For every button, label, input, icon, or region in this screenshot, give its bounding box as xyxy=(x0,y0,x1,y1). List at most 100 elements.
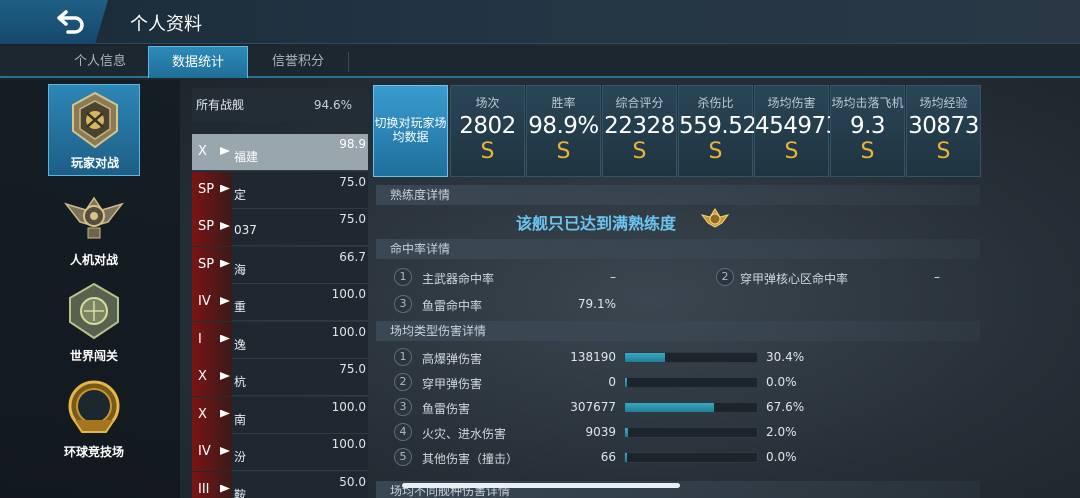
stat-label: 场次 xyxy=(475,96,500,110)
ship-name: 鞍 xyxy=(234,487,247,498)
ship-name: 定 xyxy=(234,187,247,202)
damage-bar xyxy=(624,402,758,413)
ship-row[interactable]: IV 重 100.0 xyxy=(192,284,368,321)
ship-list[interactable]: 所有战舰 94.6% X 福建 98.9 SP 定 75.0 SP 037 75.0 SP 海 66.… xyxy=(192,88,368,498)
ship-name: 逸 xyxy=(234,337,247,352)
damage-label: 高爆弹伤害 xyxy=(422,352,483,366)
world-emblem-icon xyxy=(69,282,119,340)
ship-row[interactable]: X 南 100.0 xyxy=(192,396,368,434)
nav-arena[interactable]: 环球竞技场 xyxy=(48,372,140,464)
damage-label: 鱼雷伤害 xyxy=(422,402,471,416)
damage-index: 1 xyxy=(394,348,412,366)
stat-cell: 场次 2802 S xyxy=(450,85,525,177)
arena-emblem-icon xyxy=(68,380,120,433)
damage-pct: 67.6% xyxy=(766,400,805,414)
stat-grade: S xyxy=(860,139,875,164)
damage-bar-fill xyxy=(625,353,665,362)
damage-bar xyxy=(624,377,758,388)
damage-pct: 30.4% xyxy=(766,350,805,364)
damage-section-title: 场均类型伤害详情 xyxy=(376,321,980,341)
accuracy-label: 穿甲弹核心区命中率 xyxy=(740,272,849,286)
ship-row[interactable]: SP 海 66.7 xyxy=(192,246,368,284)
ship-row[interactable]: X 福建 98.9 xyxy=(192,134,368,171)
stat-value: 559.52 xyxy=(679,113,757,139)
accuracy-value: 79.1% xyxy=(577,297,616,311)
ship-tier: X xyxy=(198,369,207,384)
home-indicator xyxy=(402,483,680,488)
tab-personal-info[interactable]: 个人信息 xyxy=(50,46,150,78)
accuracy-value: – xyxy=(934,270,940,284)
ship-score: 75.0 xyxy=(339,174,366,189)
ship-row[interactable]: I 逸 100.0 xyxy=(192,321,368,359)
ship-tier: IV xyxy=(198,294,211,309)
ship-row[interactable]: X 杭 75.0 xyxy=(192,359,368,396)
damage-value: 66 xyxy=(600,450,616,464)
damage-bar-fill xyxy=(625,378,627,387)
stat-value: 9.3 xyxy=(849,113,886,139)
ship-row[interactable]: SP 定 75.0 xyxy=(192,171,368,209)
ship-score: 75.0 xyxy=(339,362,366,376)
stat-grade: S xyxy=(480,139,495,164)
top-bar: 个人资料 xyxy=(0,0,1080,44)
stat-grade: S xyxy=(632,139,647,164)
ship-score: 100.0 xyxy=(331,437,366,451)
accuracy-index: 3 xyxy=(394,295,412,313)
ship-row[interactable]: IV 汾 100.0 xyxy=(192,434,368,471)
all-ships-row[interactable]: 所有战舰 94.6% xyxy=(192,88,368,122)
stat-cell: 杀伤比 559.52 S xyxy=(678,85,757,177)
ship-score: 100.0 xyxy=(331,324,366,339)
damage-label: 火灾、进水伤害 xyxy=(422,427,507,441)
ship-tier: I xyxy=(198,331,202,347)
stat-cell: 场均击落飞机 9.3 S xyxy=(830,85,905,177)
damage-bar-fill xyxy=(625,428,628,437)
nav-pvp[interactable]: 玩家对战 xyxy=(48,84,140,176)
ship-tier: SP xyxy=(198,181,215,197)
ship-name: 福建 xyxy=(234,150,259,164)
ship-name: 汾 xyxy=(234,450,247,464)
damage-pct: 2.0% xyxy=(766,425,797,439)
damage-index: 2 xyxy=(394,373,412,391)
damage-value: 138190 xyxy=(570,350,616,364)
tab-data-stats[interactable]: 数据统计 xyxy=(148,46,248,78)
back-button[interactable] xyxy=(0,0,108,44)
ship-row[interactable]: III 鞍 50.0 xyxy=(192,471,368,498)
ship-tier: X xyxy=(198,406,207,422)
stat-grade: S xyxy=(784,139,799,164)
damage-pct: 0.0% xyxy=(766,450,797,464)
accuracy-value: – xyxy=(610,270,616,284)
accuracy-label: 鱼雷命中率 xyxy=(422,299,483,313)
tab-bar: 个人信息 数据统计 信誉积分 xyxy=(0,46,1080,78)
pve-emblem-icon xyxy=(64,196,124,239)
ship-score: 75.0 xyxy=(339,212,366,226)
stat-cell: 场均经验 30873 S xyxy=(906,85,981,177)
stat-label: 场均伤害 xyxy=(767,96,816,110)
stat-value: 2802 xyxy=(459,113,516,139)
nav-label: 玩家对战 xyxy=(70,156,119,170)
stat-label: 综合评分 xyxy=(615,96,664,110)
stat-cell: 综合评分 22328 S xyxy=(602,85,677,177)
ship-tier: IV xyxy=(198,444,211,459)
mastery-message: 该舰只已达到满熟练度 xyxy=(516,214,677,233)
stat-grade: S xyxy=(708,139,723,164)
damage-index: 3 xyxy=(394,398,412,416)
switch-data-button[interactable]: 切换对玩家场均数据 xyxy=(373,85,448,177)
nav-pve[interactable]: 人机对战 xyxy=(48,180,140,272)
damage-index: 5 xyxy=(394,448,412,466)
stat-cell: 胜率 98.9% S xyxy=(526,85,601,177)
nav-world[interactable]: 世界闯关 xyxy=(48,276,140,368)
ship-score: 50.0 xyxy=(339,474,366,489)
stat-value: 98.9% xyxy=(528,113,599,139)
ship-tier: III xyxy=(198,481,210,497)
pvp-emblem-icon xyxy=(72,91,118,149)
damage-pct: 0.0% xyxy=(766,375,797,389)
stat-grade: S xyxy=(936,139,951,164)
ship-score: 98.9 xyxy=(339,137,366,151)
stat-grade: S xyxy=(556,139,571,164)
tab-credit-score[interactable]: 信誉积分 xyxy=(248,46,348,78)
damage-label: 其他伤害（撞击） xyxy=(422,452,519,466)
ship-name: 海 xyxy=(234,262,247,277)
damage-index: 4 xyxy=(394,423,412,441)
stat-label: 胜率 xyxy=(551,96,576,110)
ship-row[interactable]: SP 037 75.0 xyxy=(192,209,368,246)
damage-bar-fill xyxy=(625,453,627,462)
